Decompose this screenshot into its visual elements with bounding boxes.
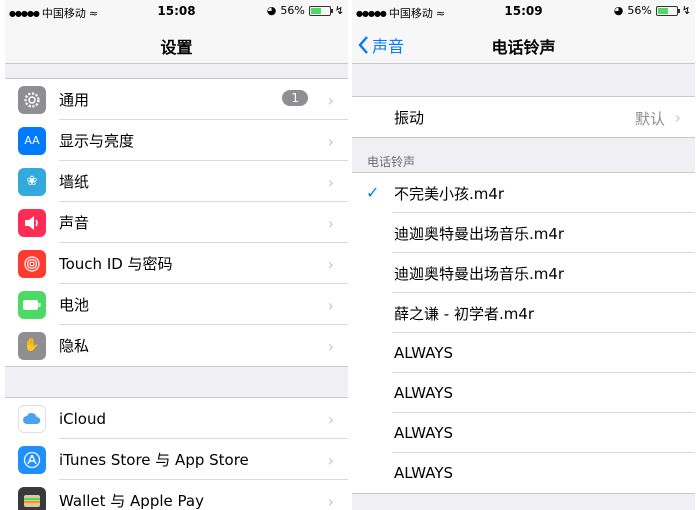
ringtone-label: ALWAYS [394, 424, 454, 442]
ringtone-label: ALWAYS [394, 464, 454, 482]
vibration-value: 默认 [634, 110, 665, 128]
settings-group-2: iCloud › iTunes Store 与 App Store › Wall… [5, 397, 348, 510]
row-label: iTunes Store 与 App Store [59, 451, 249, 469]
rotation-lock-icon: ◕ [266, 4, 277, 17]
row-label: Touch ID 与密码 [59, 255, 173, 273]
settings-row-wallpaper[interactable]: ❀ 墙纸 › [5, 161, 348, 202]
app-store-icon [18, 445, 46, 474]
fingerprint-icon [18, 249, 46, 278]
row-label: Wallet 与 Apple Pay [59, 492, 204, 510]
battery-percent: 56% [627, 4, 652, 17]
text-size-icon: AA [18, 126, 46, 155]
chevron-right-icon: › [327, 337, 334, 356]
ringtone-list: ✓ 不完美小孩.m4r 迪迦奥特曼出场音乐.m4r 迪迦奥特曼出场音乐.m4r … [352, 172, 695, 494]
settings-row-icloud[interactable]: iCloud › [5, 398, 348, 439]
section-header: 电话铃声 [367, 155, 416, 169]
settings-row-general[interactable]: 通用 1 › [5, 79, 348, 120]
battery-icon [18, 290, 46, 319]
chevron-right-icon: › [327, 255, 334, 274]
status-bar: ●●●●● 中国移动 ≈ 15:08 ◕ 56% ↯ [5, 0, 348, 24]
checkmark-icon: ✓ [366, 183, 380, 202]
gear-icon [18, 85, 46, 114]
nav-bar: 设置 [5, 24, 348, 64]
vibration-group: 振动 默认 › [352, 96, 695, 138]
ringtone-label: ALWAYS [394, 384, 454, 402]
chevron-right-icon: › [327, 132, 334, 151]
page-title: 设置 [160, 38, 193, 57]
ringtone-item[interactable]: ALWAYS [352, 373, 695, 413]
battery-icon [308, 5, 333, 16]
chevron-right-icon: › [327, 410, 334, 429]
settings-screen: ●●●●● 中国移动 ≈ 15:08 ◕ 56% ↯ 设置 通用 1 › AA … [5, 0, 348, 510]
ringtone-item[interactable]: ALWAYS [352, 413, 695, 453]
row-label: 显示与亮度 [59, 132, 135, 150]
page-title: 电话铃声 [491, 38, 556, 57]
settings-row-display[interactable]: AA 显示与亮度 › [5, 120, 348, 161]
battery-icon [655, 5, 680, 16]
vibration-row[interactable]: 振动 默认 › [352, 97, 695, 137]
chevron-right-icon: › [327, 296, 334, 315]
settings-row-wallet[interactable]: Wallet 与 Apple Pay › [5, 480, 348, 510]
ringtone-label: ALWAYS [394, 344, 454, 362]
chevron-right-icon: › [327, 173, 334, 192]
settings-group-1: 通用 1 › AA 显示与亮度 › ❀ 墙纸 › 声音 › Touch ID 与… [5, 78, 348, 367]
ringtone-item[interactable]: 迪迦奥特曼出场音乐.m4r [352, 253, 695, 293]
wallet-icon [18, 486, 46, 510]
settings-row-battery[interactable]: 电池 › [5, 284, 348, 325]
rotation-lock-icon: ◕ [613, 4, 624, 17]
ringtone-item[interactable]: 薛之谦 - 初学者.m4r [352, 293, 695, 333]
ringtone-label: 迪迦奥特曼出场音乐.m4r [394, 264, 565, 283]
ringtone-screen: ●●●●● 中国移动 ≈ 15:09 ◕ 56% ↯ 声音 电话铃声 振动 默认… [352, 0, 695, 510]
row-label: 隐私 [59, 337, 90, 355]
charging-icon: ↯ [334, 4, 344, 17]
settings-row-sounds[interactable]: 声音 › [5, 202, 348, 243]
row-label: 墙纸 [59, 173, 90, 191]
chevron-right-icon: › [327, 492, 334, 510]
status-bar: ●●●●● 中国移动 ≈ 15:09 ◕ 56% ↯ [352, 0, 695, 24]
charging-icon: ↯ [681, 4, 691, 17]
row-label: 电池 [59, 296, 90, 314]
nav-bar: 声音 电话铃声 [352, 24, 695, 64]
chevron-right-icon: › [327, 451, 334, 470]
battery-percent: 56% [280, 4, 305, 17]
settings-row-app-store[interactable]: iTunes Store 与 App Store › [5, 439, 348, 480]
hand-icon: ✋ [18, 331, 46, 360]
ringtone-item[interactable]: 迪迦奥特曼出场音乐.m4r [352, 213, 695, 253]
chevron-right-icon: › [327, 214, 334, 233]
chevron-right-icon: › [327, 91, 334, 110]
settings-row-touch-id[interactable]: Touch ID 与密码 › [5, 243, 348, 284]
ringtone-item[interactable]: ALWAYS [352, 333, 695, 373]
update-badge: 1 [282, 90, 308, 106]
ringtone-item-selected[interactable]: ✓ 不完美小孩.m4r [352, 173, 695, 213]
row-label: 声音 [59, 214, 90, 232]
ringtone-label: 薛之谦 - 初学者.m4r [394, 304, 535, 323]
vibration-label: 振动 [394, 108, 425, 127]
speaker-icon [18, 208, 46, 237]
chevron-right-icon: › [674, 108, 681, 127]
ringtone-item[interactable]: ALWAYS [352, 453, 695, 493]
ringtone-label: 迪迦奥特曼出场音乐.m4r [394, 224, 565, 243]
flower-icon: ❀ [18, 167, 46, 196]
settings-row-privacy[interactable]: ✋ 隐私 › [5, 325, 348, 366]
cloud-icon [18, 404, 46, 433]
row-label: iCloud [59, 409, 107, 428]
ringtone-label: 不完美小孩.m4r [394, 184, 505, 203]
